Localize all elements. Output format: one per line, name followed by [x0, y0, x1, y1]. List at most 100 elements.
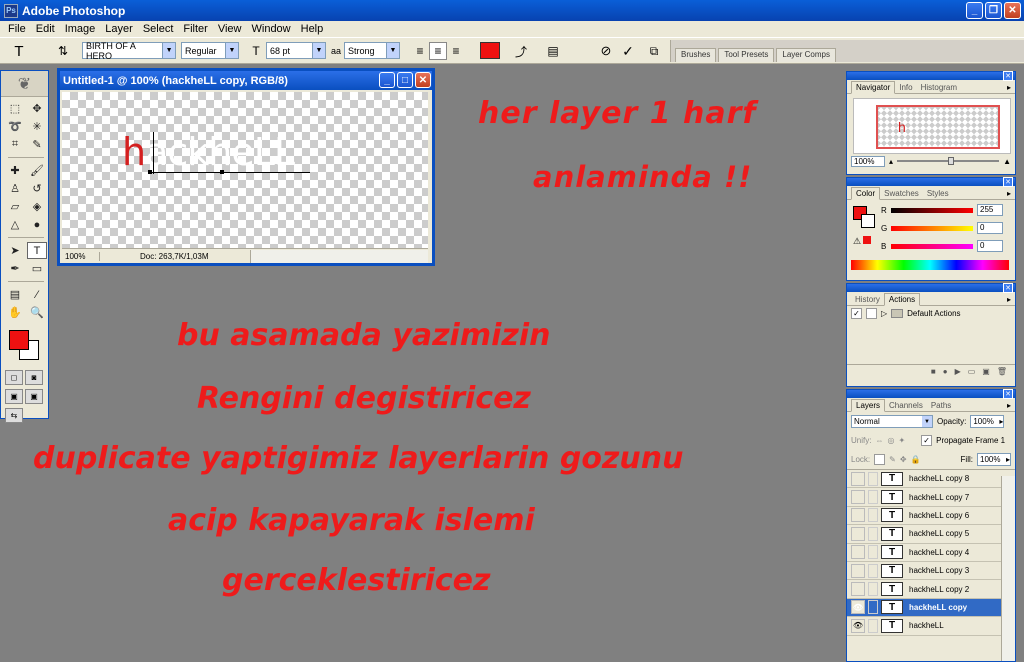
fill-field[interactable]: 100% ▸ — [977, 453, 1011, 466]
menu-view[interactable]: View — [213, 23, 247, 35]
align-center-icon[interactable]: ≡ — [429, 42, 447, 60]
canvas-text-layer[interactable]: hackheLL — [122, 130, 295, 174]
document-canvas[interactable]: hackheLL — [62, 92, 428, 250]
unify-visibility-icon[interactable]: ◎ — [887, 436, 894, 445]
action-toggle-checkbox[interactable]: ✓ — [851, 308, 862, 319]
go-to-bridge-icon[interactable]: ⧉ — [645, 42, 663, 60]
menu-select[interactable]: Select — [138, 23, 179, 35]
shape-tool-icon[interactable]: ▭ — [27, 260, 47, 277]
tab-color[interactable]: Color — [851, 187, 881, 200]
tab-styles[interactable]: Styles — [923, 188, 953, 199]
paint-bucket-tool-icon[interactable]: ◈ — [27, 198, 47, 215]
jump-to-imageready-icon[interactable]: ⇆ — [5, 408, 23, 423]
screen-mode-menu-icon[interactable]: ▣ — [25, 389, 43, 404]
doc-minimize-button[interactable]: _ — [379, 72, 395, 88]
g-slider[interactable] — [891, 225, 973, 231]
baseline-handle[interactable] — [220, 170, 224, 174]
horizontal-scrollbar[interactable] — [250, 249, 428, 263]
new-action-icon[interactable]: ▣ — [982, 367, 990, 376]
r-value-field[interactable]: 255 — [977, 204, 1003, 216]
play-icon[interactable]: ▶ — [955, 367, 961, 376]
b-value-field[interactable]: 0 — [977, 240, 1003, 252]
eraser-tool-icon[interactable]: ▱ — [5, 198, 25, 215]
visibility-eye-icon[interactable] — [851, 563, 865, 578]
marquee-tool-icon[interactable]: ⬚ — [5, 100, 25, 117]
layer-row[interactable]: ThackheLL copy 7 — [847, 488, 1015, 507]
dodge-tool-icon[interactable]: ● — [27, 216, 47, 233]
opacity-arrow-icon[interactable]: ▸ — [999, 417, 1003, 426]
layer-link-toggle[interactable] — [868, 582, 878, 597]
navigator-view-box[interactable]: h — [876, 105, 1000, 149]
visibility-eye-icon[interactable] — [851, 582, 865, 597]
new-set-icon[interactable]: ▭ — [968, 367, 976, 376]
brush-tool-icon[interactable]: 🖌 — [27, 162, 47, 179]
navigator-zoom-field[interactable]: 100% — [851, 155, 885, 167]
doc-zoom-field[interactable]: 100% — [62, 251, 100, 261]
font-style-select[interactable]: Regular ▼ — [181, 42, 239, 59]
blur-tool-icon[interactable]: △ — [5, 216, 25, 233]
text-color-swatch[interactable] — [480, 42, 500, 59]
lasso-tool-icon[interactable]: ➰ — [5, 118, 25, 135]
menu-image[interactable]: Image — [60, 23, 101, 35]
cancel-edit-icon[interactable]: ⊘ — [597, 42, 615, 60]
lock-pixels-icon[interactable]: ✎ — [889, 455, 896, 464]
menu-filter[interactable]: Filter — [178, 23, 212, 35]
doc-maximize-button[interactable]: □ — [397, 72, 413, 88]
close-button[interactable]: ✕ — [1004, 2, 1021, 19]
r-slider[interactable] — [891, 207, 973, 213]
doc-close-button[interactable]: ✕ — [415, 72, 431, 88]
tab-histogram[interactable]: Histogram — [917, 82, 961, 93]
character-palette-icon[interactable]: ▤ — [544, 42, 562, 60]
zoom-slider-knob[interactable] — [948, 157, 955, 165]
commit-edit-icon[interactable]: ✓ — [619, 42, 637, 60]
clone-stamp-tool-icon[interactable]: ♙ — [5, 180, 25, 197]
color-spectrum-ramp[interactable] — [851, 260, 1009, 270]
fill-arrow-icon[interactable]: ▸ — [1006, 455, 1010, 464]
pen-tool-icon[interactable]: ✒ — [5, 260, 25, 277]
healing-brush-tool-icon[interactable]: ✚ — [5, 162, 25, 179]
crop-tool-icon[interactable]: ⌗ — [5, 136, 25, 153]
layer-row[interactable]: ThackheLL copy 8 — [847, 470, 1015, 489]
layer-row[interactable]: ThackheLL copy 4 — [847, 544, 1015, 562]
layer-link-toggle[interactable] — [868, 508, 878, 523]
visibility-eye-icon[interactable] — [851, 545, 865, 560]
align-right-icon[interactable]: ≡ — [447, 42, 465, 60]
minimize-button[interactable]: _ — [966, 2, 983, 19]
trash-icon[interactable]: 🗑 — [997, 367, 1007, 376]
menu-file[interactable]: File — [3, 23, 31, 35]
visibility-eye-icon[interactable]: 👁 — [851, 618, 865, 633]
zoom-slider[interactable] — [897, 157, 1000, 165]
tab-navigator[interactable]: Navigator — [851, 81, 896, 94]
menu-edit[interactable]: Edit — [31, 23, 60, 35]
type-tool-preset-icon[interactable]: T — [10, 42, 28, 60]
propagate-frame-checkbox[interactable]: ✓ — [921, 435, 933, 446]
tab-actions[interactable]: Actions — [883, 293, 921, 306]
lock-transparency-checkbox[interactable] — [874, 454, 886, 465]
visibility-eye-icon[interactable] — [851, 508, 865, 523]
text-orientation-icon[interactable]: ⇅ — [54, 42, 72, 60]
opacity-field[interactable]: 100% ▸ — [970, 415, 1005, 428]
warp-text-icon[interactable]: ⤴ — [512, 42, 530, 60]
well-tab-brushes[interactable]: Brushes — [675, 48, 717, 62]
visibility-eye-icon[interactable]: 👁 — [851, 600, 865, 615]
g-value-field[interactable]: 0 — [977, 222, 1003, 234]
layer-link-toggle[interactable] — [868, 490, 878, 505]
layers-scrollbar[interactable] — [1001, 476, 1015, 661]
layer-link-toggle[interactable] — [868, 526, 878, 541]
magic-wand-tool-icon[interactable]: ✳ — [27, 118, 47, 135]
tab-layers[interactable]: Layers — [851, 399, 886, 412]
foreground-color-swatch[interactable] — [9, 330, 29, 350]
layer-link-toggle[interactable] — [868, 563, 878, 578]
tab-swatches[interactable]: Swatches — [880, 188, 923, 199]
layer-row[interactable]: 👁 ThackheLL — [847, 617, 1015, 636]
hand-tool-icon[interactable]: ✋ — [5, 304, 25, 321]
layer-link-toggle[interactable] — [868, 471, 878, 486]
layer-link-toggle[interactable] — [868, 600, 878, 615]
align-left-icon[interactable]: ≡ — [411, 42, 429, 60]
palette-menu-icon[interactable]: ▸ — [1007, 295, 1011, 304]
stop-icon[interactable]: ■ — [931, 367, 936, 376]
menu-help[interactable]: Help — [296, 23, 329, 35]
quick-mask-mode-icon[interactable]: ◙ — [25, 370, 43, 385]
tab-history[interactable]: History — [851, 294, 884, 305]
antialias-select[interactable]: Strong ▼ — [344, 42, 400, 59]
